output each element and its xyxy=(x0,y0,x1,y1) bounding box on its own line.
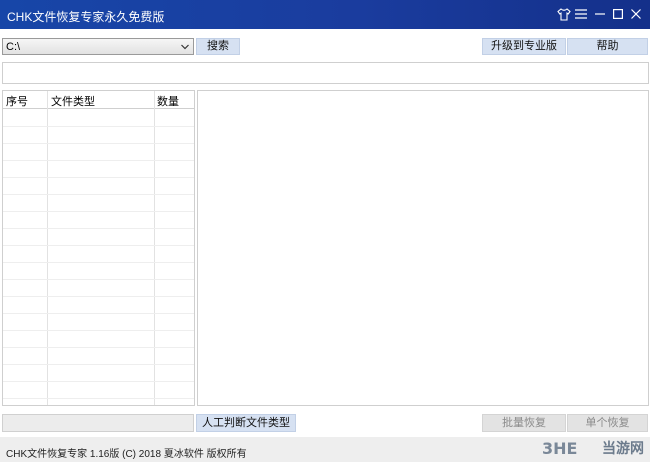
file-types-table[interactable]: 序号 文件类型 数量 xyxy=(2,90,195,406)
column-divider xyxy=(47,91,48,405)
upgrade-button[interactable]: 升级到专业版 xyxy=(482,38,566,55)
column-divider xyxy=(154,91,155,405)
watermark: 3HE 当游网 xyxy=(542,436,644,460)
status-field xyxy=(2,414,194,432)
table-gridline xyxy=(3,313,194,314)
minimize-icon[interactable] xyxy=(592,6,608,22)
table-header: 序号 文件类型 数量 xyxy=(3,91,194,109)
table-gridline xyxy=(3,364,194,365)
copyright-text: CHK文件恢复专家 1.16版 (C) 2018 夏冰软件 版权所有 xyxy=(6,449,247,460)
table-gridline xyxy=(3,330,194,331)
column-header-index[interactable]: 序号 xyxy=(6,93,28,109)
table-gridline xyxy=(3,126,194,127)
search-button[interactable]: 搜索 xyxy=(196,38,240,55)
help-button[interactable]: 帮助 xyxy=(567,38,648,55)
batch-recover-button[interactable]: 批量恢复 xyxy=(482,414,566,432)
table-gridline xyxy=(3,279,194,280)
table-gridline xyxy=(3,211,194,212)
title-bar: CHK文件恢复专家永久免费版 xyxy=(0,0,650,29)
table-gridline xyxy=(3,296,194,297)
table-gridline xyxy=(3,381,194,382)
table-gridline xyxy=(3,160,194,161)
table-gridline xyxy=(3,194,194,195)
close-icon[interactable] xyxy=(628,6,644,22)
table-gridline xyxy=(3,262,194,263)
svg-text:3HE: 3HE xyxy=(542,439,577,457)
table-gridline xyxy=(3,398,194,399)
table-gridline xyxy=(3,347,194,348)
watermark-text: 当游网 xyxy=(602,440,644,456)
menu-icon[interactable] xyxy=(573,6,589,22)
column-header-file-type[interactable]: 文件类型 xyxy=(51,93,95,109)
table-gridline xyxy=(3,245,194,246)
chevron-down-icon xyxy=(179,40,191,53)
manual-file-type-button[interactable]: 人工判断文件类型 xyxy=(196,414,296,432)
maximize-icon[interactable] xyxy=(610,6,626,22)
table-gridline xyxy=(3,143,194,144)
table-gridline xyxy=(3,177,194,178)
single-recover-button[interactable]: 单个恢复 xyxy=(567,414,648,432)
path-field[interactable] xyxy=(2,62,649,84)
preview-pane[interactable] xyxy=(197,90,649,406)
window-title: CHK文件恢复专家永久免费版 xyxy=(7,10,165,24)
column-header-count[interactable]: 数量 xyxy=(157,93,179,109)
shirt-icon[interactable] xyxy=(556,6,572,22)
watermark-logo: 3HE xyxy=(542,439,577,457)
drive-select[interactable]: C:\ xyxy=(2,38,194,55)
table-gridline xyxy=(3,228,194,229)
drive-select-value: C:\ xyxy=(6,41,21,53)
